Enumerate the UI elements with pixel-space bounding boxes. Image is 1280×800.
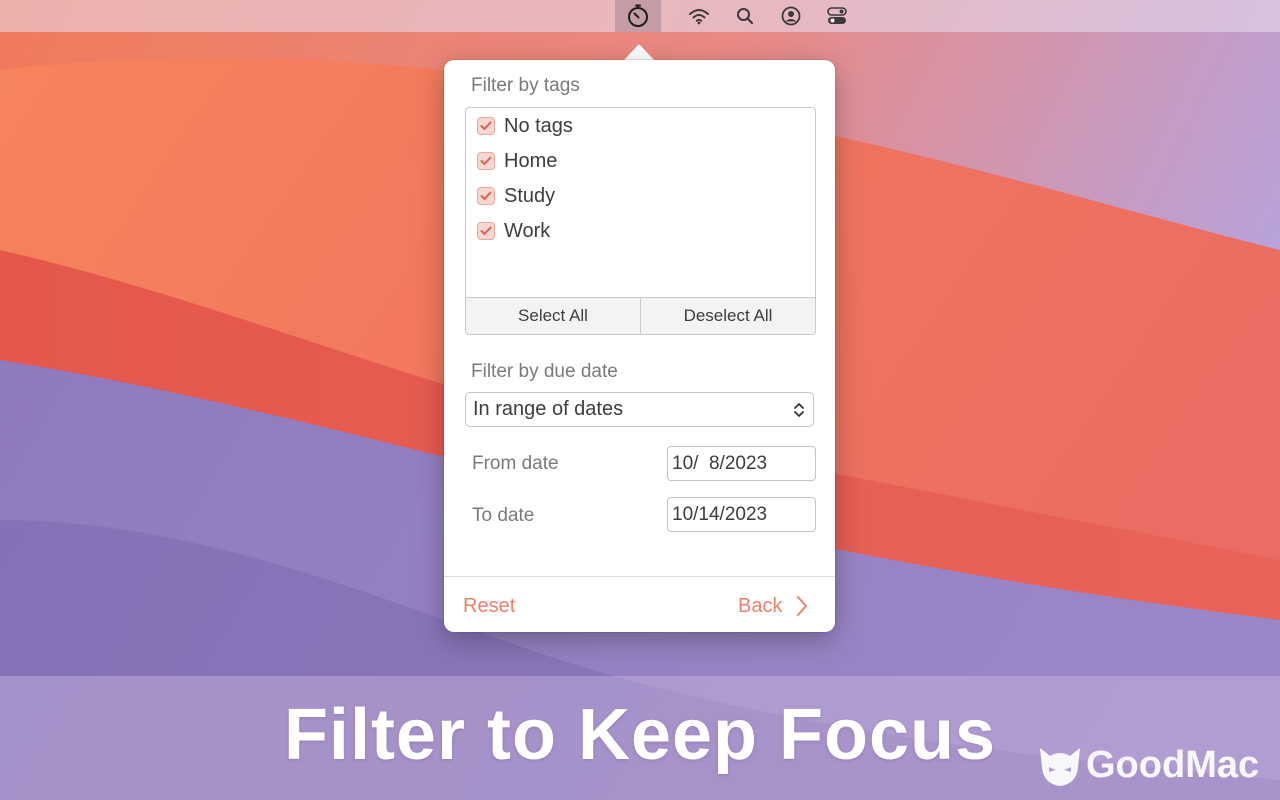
wifi-icon[interactable] <box>686 0 712 32</box>
footer-divider <box>444 576 835 577</box>
checkbox[interactable] <box>477 222 495 240</box>
back-button[interactable]: Back <box>738 595 782 618</box>
to-date-field[interactable]: 10/14/2023 <box>667 497 816 532</box>
popover-arrow <box>623 44 655 61</box>
watermark-text: GoodMac <box>1086 744 1260 786</box>
control-center-icon[interactable] <box>825 0 849 32</box>
user-icon[interactable] <box>779 0 803 32</box>
tag-item-study[interactable]: Study <box>477 183 555 209</box>
from-date-field[interactable]: 10/ 8/2023 <box>667 446 816 481</box>
search-icon[interactable] <box>734 0 756 32</box>
tag-label: Home <box>504 149 558 172</box>
tag-list: No tags Home Study Work Select All Desel… <box>465 107 816 335</box>
checkbox[interactable] <box>477 187 495 205</box>
tag-label: Study <box>504 184 556 207</box>
tag-button-row: Select All Deselect All <box>466 297 815 334</box>
select-all-button[interactable]: Select All <box>466 298 640 334</box>
to-date-label: To date <box>472 505 535 526</box>
menu-bar <box>0 0 1280 32</box>
tag-item-work[interactable]: Work <box>477 218 550 244</box>
tags-section-title: Filter by tags <box>471 75 580 96</box>
checkbox[interactable] <box>477 117 495 135</box>
due-date-select[interactable]: In range of dates <box>465 392 814 427</box>
up-down-chevron-icon <box>794 403 804 417</box>
tag-label: Work <box>504 219 551 242</box>
filter-popover: Filter by tags No tags Home Study Work S… <box>444 60 835 632</box>
tag-item-no-tags[interactable]: No tags <box>477 113 573 139</box>
tag-item-home[interactable]: Home <box>477 148 557 174</box>
from-date-label: From date <box>472 453 559 474</box>
tag-label: No tags <box>504 114 573 137</box>
due-date-section-title: Filter by due date <box>471 361 618 382</box>
due-date-select-value: In range of dates <box>473 398 624 420</box>
chevron-right-icon[interactable] <box>795 595 809 617</box>
reset-button[interactable]: Reset <box>463 595 515 618</box>
timer-icon[interactable] <box>615 0 661 32</box>
deselect-all-button[interactable]: Deselect All <box>640 298 815 334</box>
checkbox[interactable] <box>477 152 495 170</box>
